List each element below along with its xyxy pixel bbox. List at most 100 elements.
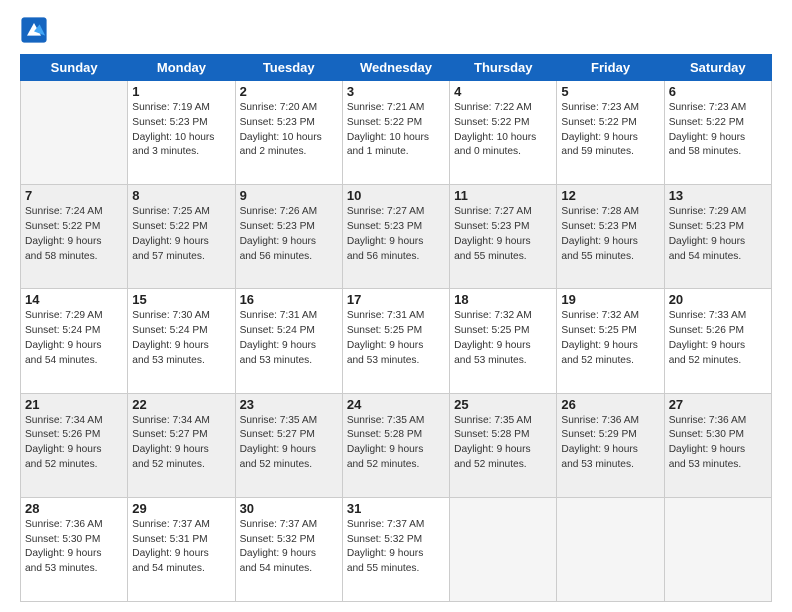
calendar-cell: 23 Sunrise: 7:35 AMSunset: 5:27 PMDayligh… <box>235 393 342 497</box>
calendar-cell <box>557 497 664 601</box>
day-number: 14 <box>25 292 123 307</box>
day-number: 23 <box>240 397 338 412</box>
calendar-cell: 11Sunrise: 7:27 AMSunset: 5:23 PMDayligh… <box>450 185 557 289</box>
day-number: 31 <box>347 501 445 516</box>
calendar-cell: 2 Sunrise: 7:20 AMSunset: 5:23 PMDaylight… <box>235 81 342 185</box>
cell-content: Sunrise: 7:26 AMSunset: 5:23 PMDaylight:… <box>240 205 338 264</box>
calendar-cell: 30Sunrise: 7:37 AMSunset: 5:32 PMDayligh… <box>235 497 342 601</box>
calendar-cell: 28 Sunrise: 7:36 AMSunset: 5:30 PMDayligh… <box>21 497 128 601</box>
calendar-cell: 5Sunrise: 7:23 AMSunset: 5:22 PMDaylight… <box>557 81 664 185</box>
day-number: 15 <box>132 292 230 307</box>
cell-content: Sunrise: 7:24 AMSunset: 5:22 PMDaylight:… <box>25 205 123 264</box>
weekday-tuesday: Tuesday <box>235 55 342 81</box>
cell-content: Sunrise: 7:33 AMSunset: 5:26 PMDaylight:… <box>669 309 767 368</box>
weekday-thursday: Thursday <box>450 55 557 81</box>
day-number: 2 <box>240 84 338 99</box>
weekday-header-row: SundayMondayTuesdayWednesdayThursdayFrid… <box>21 55 772 81</box>
calendar-cell: 3 Sunrise: 7:21 AMSunset: 5:22 PMDaylight… <box>342 81 449 185</box>
weekday-saturday: Saturday <box>664 55 771 81</box>
day-number: 16 <box>240 292 338 307</box>
calendar-cell: 12 Sunrise: 7:28 AMSunset: 5:23 PMDayligh… <box>557 185 664 289</box>
cell-content: Sunrise: 7:31 AMSunset: 5:24 PMDaylight:… <box>240 309 338 368</box>
calendar-cell: 8 Sunrise: 7:25 AMSunset: 5:22 PMDaylight… <box>128 185 235 289</box>
day-number: 9 <box>240 188 338 203</box>
day-number: 19 <box>561 292 659 307</box>
calendar-cell: 18 Sunrise: 7:32 AMSunset: 5:25 PMDayligh… <box>450 289 557 393</box>
header <box>20 16 772 44</box>
cell-content: Sunrise: 7:32 AMSunset: 5:25 PMDaylight:… <box>454 309 552 368</box>
calendar-cell: 14 Sunrise: 7:29 AMSunset: 5:24 PMDayligh… <box>21 289 128 393</box>
weekday-monday: Monday <box>128 55 235 81</box>
calendar-table: SundayMondayTuesdayWednesdayThursdayFrid… <box>20 54 772 602</box>
day-number: 12 <box>561 188 659 203</box>
day-number: 6 <box>669 84 767 99</box>
cell-content: Sunrise: 7:27 AMSunset: 5:23 PMDaylight:… <box>347 205 445 264</box>
day-number: 5 <box>561 84 659 99</box>
cell-content: Sunrise: 7:21 AMSunset: 5:22 PMDaylight:… <box>347 101 445 160</box>
calendar-week-4: 21 Sunrise: 7:34 AMSunset: 5:26 PMDayligh… <box>21 393 772 497</box>
day-number: 3 <box>347 84 445 99</box>
calendar-cell: 17 Sunrise: 7:31 AMSunset: 5:25 PMDayligh… <box>342 289 449 393</box>
day-number: 30 <box>240 501 338 516</box>
cell-content: Sunrise: 7:23 AMSunset: 5:22 PMDaylight:… <box>669 101 767 160</box>
cell-content: Sunrise: 7:31 AMSunset: 5:25 PMDaylight:… <box>347 309 445 368</box>
weekday-sunday: Sunday <box>21 55 128 81</box>
day-number: 11 <box>454 188 552 203</box>
day-number: 29 <box>132 501 230 516</box>
day-number: 20 <box>669 292 767 307</box>
calendar-cell <box>450 497 557 601</box>
cell-content: Sunrise: 7:37 AMSunset: 5:31 PMDaylight:… <box>132 518 230 577</box>
calendar-cell: 7 Sunrise: 7:24 AMSunset: 5:22 PMDaylight… <box>21 185 128 289</box>
calendar-cell: 4Sunrise: 7:22 AMSunset: 5:22 PMDaylight… <box>450 81 557 185</box>
calendar-week-3: 14 Sunrise: 7:29 AMSunset: 5:24 PMDayligh… <box>21 289 772 393</box>
calendar-cell: 22 Sunrise: 7:34 AMSunset: 5:27 PMDayligh… <box>128 393 235 497</box>
day-number: 4 <box>454 84 552 99</box>
cell-content: Sunrise: 7:35 AMSunset: 5:27 PMDaylight:… <box>240 414 338 473</box>
day-number: 22 <box>132 397 230 412</box>
calendar-cell: 26Sunrise: 7:36 AMSunset: 5:29 PMDayligh… <box>557 393 664 497</box>
weekday-friday: Friday <box>557 55 664 81</box>
cell-content: Sunrise: 7:20 AMSunset: 5:23 PMDaylight:… <box>240 101 338 160</box>
calendar-cell: 25 Sunrise: 7:35 AMSunset: 5:28 PMDayligh… <box>450 393 557 497</box>
cell-content: Sunrise: 7:28 AMSunset: 5:23 PMDaylight:… <box>561 205 659 264</box>
cell-content: Sunrise: 7:37 AMSunset: 5:32 PMDaylight:… <box>347 518 445 577</box>
calendar-cell: 10Sunrise: 7:27 AMSunset: 5:23 PMDayligh… <box>342 185 449 289</box>
day-number: 17 <box>347 292 445 307</box>
cell-content: Sunrise: 7:25 AMSunset: 5:22 PMDaylight:… <box>132 205 230 264</box>
cell-content: Sunrise: 7:19 AMSunset: 5:23 PMDaylight:… <box>132 101 230 160</box>
calendar-cell <box>21 81 128 185</box>
calendar-cell: 24 Sunrise: 7:35 AMSunset: 5:28 PMDayligh… <box>342 393 449 497</box>
cell-content: Sunrise: 7:35 AMSunset: 5:28 PMDaylight:… <box>454 414 552 473</box>
day-number: 28 <box>25 501 123 516</box>
day-number: 25 <box>454 397 552 412</box>
cell-content: Sunrise: 7:29 AMSunset: 5:23 PMDaylight:… <box>669 205 767 264</box>
cell-content: Sunrise: 7:34 AMSunset: 5:26 PMDaylight:… <box>25 414 123 473</box>
cell-content: Sunrise: 7:36 AMSunset: 5:30 PMDaylight:… <box>25 518 123 577</box>
cell-content: Sunrise: 7:29 AMSunset: 5:24 PMDaylight:… <box>25 309 123 368</box>
cell-content: Sunrise: 7:30 AMSunset: 5:24 PMDaylight:… <box>132 309 230 368</box>
cell-content: Sunrise: 7:34 AMSunset: 5:27 PMDaylight:… <box>132 414 230 473</box>
day-number: 21 <box>25 397 123 412</box>
day-number: 13 <box>669 188 767 203</box>
cell-content: Sunrise: 7:35 AMSunset: 5:28 PMDaylight:… <box>347 414 445 473</box>
logo-icon <box>20 16 48 44</box>
day-number: 1 <box>132 84 230 99</box>
calendar-cell: 19Sunrise: 7:32 AMSunset: 5:25 PMDayligh… <box>557 289 664 393</box>
calendar-cell: 20 Sunrise: 7:33 AMSunset: 5:26 PMDayligh… <box>664 289 771 393</box>
calendar-cell: 1 Sunrise: 7:19 AMSunset: 5:23 PMDaylight… <box>128 81 235 185</box>
page: SundayMondayTuesdayWednesdayThursdayFrid… <box>0 0 792 612</box>
calendar-cell: 16 Sunrise: 7:31 AMSunset: 5:24 PMDayligh… <box>235 289 342 393</box>
calendar-cell: 31 Sunrise: 7:37 AMSunset: 5:32 PMDayligh… <box>342 497 449 601</box>
day-number: 24 <box>347 397 445 412</box>
cell-content: Sunrise: 7:36 AMSunset: 5:30 PMDaylight:… <box>669 414 767 473</box>
calendar-cell: 27 Sunrise: 7:36 AMSunset: 5:30 PMDayligh… <box>664 393 771 497</box>
cell-content: Sunrise: 7:36 AMSunset: 5:29 PMDaylight:… <box>561 414 659 473</box>
calendar-cell <box>664 497 771 601</box>
calendar-week-2: 7 Sunrise: 7:24 AMSunset: 5:22 PMDaylight… <box>21 185 772 289</box>
calendar-week-5: 28 Sunrise: 7:36 AMSunset: 5:30 PMDayligh… <box>21 497 772 601</box>
day-number: 27 <box>669 397 767 412</box>
day-number: 8 <box>132 188 230 203</box>
day-number: 7 <box>25 188 123 203</box>
logo <box>20 16 52 44</box>
day-number: 18 <box>454 292 552 307</box>
